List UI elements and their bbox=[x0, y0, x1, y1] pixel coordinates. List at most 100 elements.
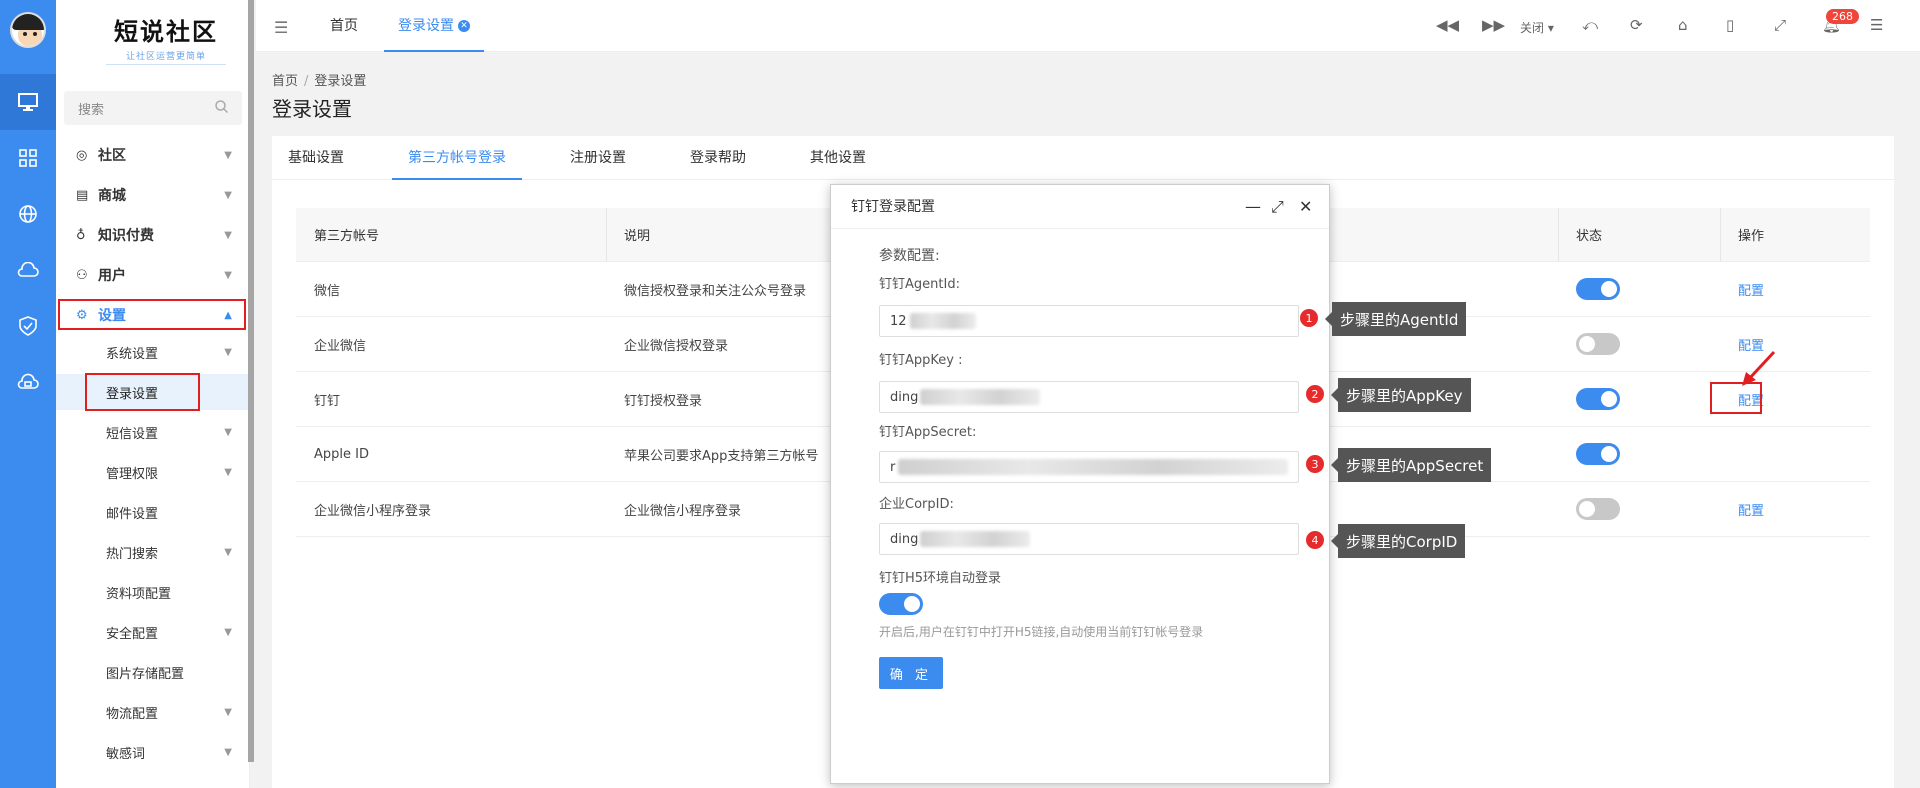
h5-autologin-toggle[interactable] bbox=[879, 593, 923, 615]
appkey-field[interactable]: ding bbox=[879, 381, 1299, 413]
cell-account: 微信 bbox=[314, 283, 341, 299]
logo: 短说社区 让社区运营更简单 bbox=[106, 12, 226, 65]
tab-login-settings[interactable]: 登录设置 ✕ bbox=[384, 0, 484, 52]
status-toggle[interactable] bbox=[1576, 498, 1620, 520]
submenu-item-logistics[interactable]: 物流配置 ▼ bbox=[56, 694, 250, 730]
submenu-item-profile-fields[interactable]: 资料项配置 bbox=[56, 574, 250, 610]
submenu-item-image-storage[interactable]: 图片存储配置 bbox=[56, 654, 250, 690]
maximize-icon[interactable]: ⤢ bbox=[1271, 185, 1284, 229]
minimize-icon[interactable]: — bbox=[1245, 185, 1261, 229]
close-icon[interactable]: ✕ bbox=[1299, 185, 1312, 229]
corpid-label: 企业CorpID: bbox=[879, 497, 954, 512]
menu-fold-icon[interactable]: ☰ bbox=[274, 18, 288, 37]
grid-icon[interactable] bbox=[0, 130, 56, 186]
tab-label: 基础设置 bbox=[288, 150, 344, 166]
annotation-text: 步骤里的AppSecret bbox=[1346, 456, 1484, 475]
submenu-label: 短信设置 bbox=[106, 426, 159, 442]
submenu-label: 安全配置 bbox=[106, 626, 159, 642]
close-tab-icon[interactable]: ✕ bbox=[458, 20, 470, 32]
menu-item-label: 设置 bbox=[98, 308, 126, 324]
more-menu-icon[interactable]: ☰ bbox=[1870, 16, 1883, 34]
menu-item-users[interactable]: ⚇ 用户 ▼ bbox=[56, 258, 250, 292]
submenu-item-login[interactable]: 登录设置 bbox=[56, 374, 250, 410]
agentid-field[interactable]: 12 bbox=[879, 305, 1299, 337]
avatar[interactable] bbox=[10, 12, 46, 48]
submenu-item-security[interactable]: 安全配置 ▼ bbox=[56, 614, 250, 650]
icon-rail bbox=[0, 0, 56, 788]
breadcrumb: 首页 / 登录设置 bbox=[272, 74, 367, 89]
breadcrumb-home[interactable]: 首页 bbox=[272, 74, 298, 89]
tab-third-party-login[interactable]: 第三方帐号登录 bbox=[392, 136, 522, 180]
tab-other-settings[interactable]: 其他设置 bbox=[810, 136, 866, 180]
search-icon[interactable] bbox=[215, 99, 229, 117]
header-status: 状态 bbox=[1576, 229, 1603, 244]
submenu-label: 图片存储配置 bbox=[106, 666, 185, 682]
corpid-field[interactable]: ding bbox=[879, 523, 1299, 555]
menu-item-community[interactable]: ◎ 社区 ▼ bbox=[56, 138, 250, 172]
section-label: 参数配置: bbox=[879, 248, 940, 264]
bulb-icon: ♁ bbox=[76, 227, 86, 243]
menu-item-settings[interactable]: ⚙ 设置 ▲ bbox=[56, 298, 250, 332]
submenu-label: 敏感词 bbox=[106, 746, 146, 762]
tab-login-help[interactable]: 登录帮助 bbox=[690, 136, 746, 180]
confirm-label: 确 定 bbox=[889, 667, 933, 683]
tab-label: 登录帮助 bbox=[690, 150, 746, 166]
mobile-icon[interactable]: ▯ bbox=[1726, 16, 1734, 34]
submenu-label: 热门搜索 bbox=[106, 546, 159, 562]
appsecret-field[interactable]: r bbox=[879, 451, 1299, 483]
notification-badge: 268 bbox=[1826, 9, 1859, 24]
submenu-item-system[interactable]: 系统设置 ▼ bbox=[56, 334, 250, 370]
menu-item-label: 社区 bbox=[98, 148, 126, 164]
tab-basic-settings[interactable]: 基础设置 bbox=[288, 136, 344, 180]
cloud-icon[interactable] bbox=[0, 242, 56, 298]
refresh-icon[interactable]: ⟳ bbox=[1630, 16, 1643, 34]
status-toggle[interactable] bbox=[1576, 333, 1620, 355]
tab-home[interactable]: 首页 bbox=[330, 0, 358, 52]
lock-icon[interactable]: ⌂ bbox=[1678, 16, 1688, 34]
close-dropdown[interactable]: 关闭 ▾ bbox=[1520, 19, 1554, 36]
config-link[interactable]: 配置 bbox=[1738, 482, 1764, 536]
status-toggle[interactable] bbox=[1576, 443, 1620, 465]
menu-item-store[interactable]: ▤ 商城 ▼ bbox=[56, 178, 250, 212]
submenu-label: 物流配置 bbox=[106, 706, 159, 722]
undo-icon[interactable]: ⤺ bbox=[1582, 16, 1598, 34]
menu-item-knowledge[interactable]: ♁ 知识付费 ▼ bbox=[56, 218, 250, 252]
config-link[interactable]: 配置 bbox=[1738, 262, 1764, 316]
status-toggle[interactable] bbox=[1576, 388, 1620, 410]
cell-account: 钉钉 bbox=[314, 393, 341, 409]
search-input[interactable]: 搜索 bbox=[64, 91, 242, 125]
shield-icon[interactable] bbox=[0, 298, 56, 354]
submenu-item-email[interactable]: 邮件设置 bbox=[56, 494, 250, 530]
chevron-down-icon: ▼ bbox=[224, 626, 232, 638]
submenu-item-permissions[interactable]: 管理权限 ▼ bbox=[56, 454, 250, 490]
globe-icon[interactable] bbox=[0, 186, 56, 242]
breadcrumb-current: 登录设置 bbox=[314, 74, 367, 89]
confirm-button[interactable]: 确 定 bbox=[879, 657, 943, 689]
sidebar-scrollbar[interactable] bbox=[248, 0, 254, 762]
scroll-left-icon[interactable]: ◀◀ bbox=[1436, 16, 1459, 34]
fullscreen-icon[interactable]: ⤢ bbox=[1774, 16, 1786, 34]
annotation-label: 步骤里的AppSecret bbox=[1330, 448, 1492, 482]
top-bar: ☰ 首页 登录设置 ✕ ◀◀ ▶▶ 关闭 ▾ ⤺ ⟳ ⌂ ▯ ⤢ 🔔︎ 268 ☰ bbox=[256, 0, 1920, 52]
cell-description: 企业微信小程序登录 bbox=[624, 503, 742, 519]
submenu-label: 管理权限 bbox=[106, 466, 159, 482]
chevron-down-icon: ▼ bbox=[224, 706, 232, 718]
appkey-label: 钉钉AppKey : bbox=[879, 353, 963, 368]
users-icon: ⚇ bbox=[76, 267, 88, 283]
submenu-item-sensitive-words[interactable]: 敏感词 ▼ bbox=[56, 734, 250, 770]
tab-label: 其他设置 bbox=[810, 150, 866, 166]
menu-item-label: 商城 bbox=[98, 188, 126, 204]
cloud-storage-icon[interactable] bbox=[0, 354, 56, 410]
submenu-item-hot-search[interactable]: 热门搜索 ▼ bbox=[56, 534, 250, 570]
chevron-up-icon: ▲ bbox=[224, 309, 232, 321]
monitor-icon[interactable] bbox=[0, 74, 56, 130]
cell-account: 企业微信小程序登录 bbox=[314, 503, 432, 519]
scroll-right-icon[interactable]: ▶▶ bbox=[1482, 16, 1505, 34]
appsecret-value: r bbox=[890, 459, 896, 475]
submenu-item-sms[interactable]: 短信设置 ▼ bbox=[56, 414, 250, 450]
chevron-down-icon: ▼ bbox=[224, 466, 232, 478]
tab-register-settings[interactable]: 注册设置 bbox=[570, 136, 626, 180]
chevron-down-icon: ▼ bbox=[224, 346, 232, 358]
status-toggle[interactable] bbox=[1576, 278, 1620, 300]
menu-item-label: 知识付费 bbox=[98, 228, 154, 244]
